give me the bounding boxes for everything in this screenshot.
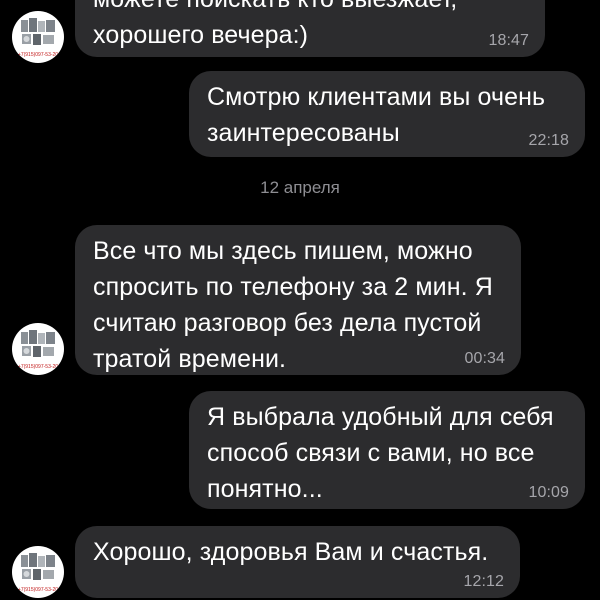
chat-view: +7(915)097-53-20 можете поискать кто вые… (0, 0, 600, 600)
appliance-store-logo-icon: +7(915)097-53-20 (18, 553, 58, 593)
message-time: 18:47 (488, 32, 529, 49)
message-time: 12:12 (463, 573, 504, 590)
message-text: Смотрю клиентами вы очень заинтересованы (207, 83, 546, 147)
appliance-store-logo-icon: +7(915)097-53-20 (18, 330, 58, 370)
contact-avatar[interactable]: +7(915)097-53-20 (12, 11, 64, 63)
message-bubble[interactable]: Смотрю клиентами вы очень заинтересованы… (189, 71, 585, 157)
message-time: 00:34 (464, 350, 505, 367)
message-time: 22:18 (528, 132, 569, 149)
message-bubble[interactable]: Я выбрала удобный для себя способ связи … (189, 391, 585, 509)
message-text: Я выбрала удобный для себя способ связи … (207, 403, 554, 503)
message-text: можете поискать кто выезжает, хорошего в… (93, 0, 457, 49)
message-bubble[interactable]: Хорошо, здоровья Вам и счастья. 12:12 (75, 526, 520, 598)
avatar-caption: +7(915)097-53-20 (18, 52, 58, 58)
message-text: Все что мы здесь пишем, можно спросить п… (93, 237, 493, 373)
message-bubble[interactable]: Все что мы здесь пишем, можно спросить п… (75, 225, 521, 375)
message-text: Хорошо, здоровья Вам и счастья. (93, 538, 489, 566)
appliance-store-logo-icon: +7(915)097-53-20 (18, 18, 58, 58)
avatar-caption: +7(915)097-53-20 (18, 364, 58, 370)
date-separator: 12 апреля (260, 178, 340, 197)
avatar-caption: +7(915)097-53-20 (18, 587, 58, 593)
contact-avatar[interactable]: +7(915)097-53-20 (12, 323, 64, 375)
message-bubble[interactable]: можете поискать кто выезжает, хорошего в… (75, 0, 545, 57)
message-time: 10:09 (528, 484, 569, 501)
contact-avatar[interactable]: +7(915)097-53-20 (12, 546, 64, 598)
